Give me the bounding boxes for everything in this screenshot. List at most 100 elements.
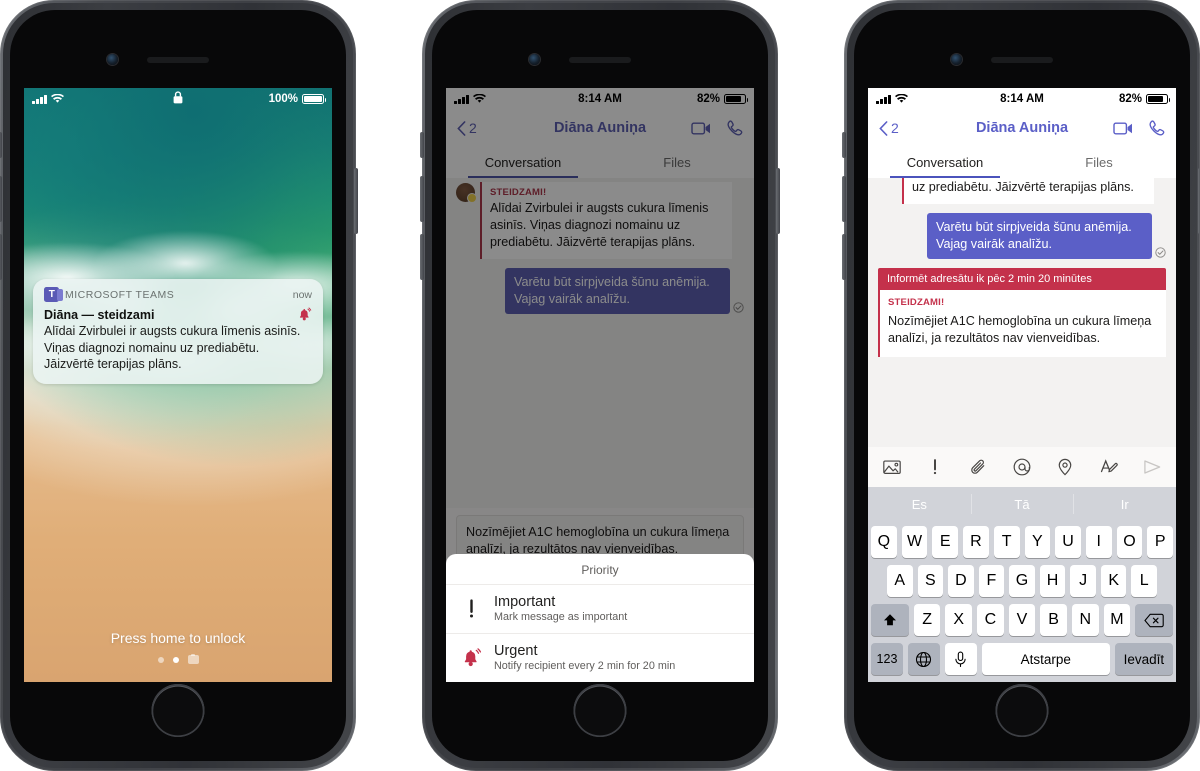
volume-down-button[interactable]: [420, 234, 424, 280]
volume-up-button[interactable]: [842, 176, 846, 222]
camera-shortcut-icon[interactable]: [187, 653, 199, 664]
key-n[interactable]: N: [1071, 604, 1099, 636]
notification-app-name: MICROSOFT TEAMS: [65, 288, 175, 301]
format-text-icon[interactable]: [1099, 457, 1119, 477]
tab-files[interactable]: Files: [600, 146, 754, 178]
keyboard-row-4: 123 Atstarpe Ievadīt: [871, 643, 1173, 675]
key-c[interactable]: C: [977, 604, 1004, 636]
volume-up-button[interactable]: [0, 176, 2, 222]
key-p[interactable]: P: [1147, 526, 1174, 558]
key-z[interactable]: Z: [913, 604, 941, 636]
key-s[interactable]: S: [917, 565, 944, 597]
key-f[interactable]: F: [978, 565, 1005, 597]
power-button[interactable]: [776, 168, 780, 234]
priority-option-important[interactable]: Important Mark message as important: [446, 584, 754, 633]
numbers-key[interactable]: 123: [871, 643, 903, 675]
key-m[interactable]: M: [1103, 604, 1131, 636]
key-o[interactable]: O: [1116, 526, 1143, 558]
navigation-bar: 2 Diāna Auniņa: [868, 110, 1176, 146]
mention-at-icon[interactable]: [1012, 457, 1032, 477]
priority-exclamation-icon[interactable]: [925, 457, 945, 477]
key-e[interactable]: E: [932, 526, 959, 558]
silent-switch[interactable]: [420, 132, 424, 158]
volume-up-button[interactable]: [420, 176, 424, 222]
back-button[interactable]: 2: [457, 120, 477, 136]
key-g[interactable]: G: [1009, 565, 1035, 597]
message-incoming: STEIDZAMI! Alīdai Zvirbulei ir augsts cu…: [456, 178, 744, 259]
back-count: 2: [469, 120, 477, 136]
avatar[interactable]: [456, 183, 477, 203]
location-pin-icon[interactable]: [1055, 457, 1075, 477]
home-button[interactable]: [573, 684, 627, 737]
key-h[interactable]: H: [1039, 565, 1066, 597]
send-icon[interactable]: [1142, 457, 1162, 477]
key-d[interactable]: D: [948, 565, 974, 597]
tab-files[interactable]: Files: [1022, 146, 1176, 178]
phone-lock-screen: 100% 8:14 Thursday, February 7 T MICROSO…: [0, 0, 358, 771]
key-v[interactable]: V: [1008, 604, 1036, 636]
enter-key[interactable]: Ievadīt: [1114, 643, 1173, 675]
video-call-icon[interactable]: [691, 121, 712, 136]
tab-conversation[interactable]: Conversation: [868, 146, 1022, 178]
key-u[interactable]: U: [1055, 526, 1081, 558]
priority-option-urgent[interactable]: Urgent Notify recipient every 2 min for …: [446, 633, 754, 682]
wifi-icon: [894, 94, 908, 103]
urgent-message-body: STEIDZAMI! Nozīmējiet A1C hemoglobīna un…: [878, 290, 1166, 357]
globe-icon[interactable]: [907, 643, 940, 675]
key-y[interactable]: Y: [1024, 526, 1051, 558]
suggestion-0[interactable]: Es: [868, 487, 971, 521]
message-text: Nozīmējiet A1C hemoglobīna un cukura līm…: [888, 314, 1152, 345]
volume-down-button[interactable]: [0, 234, 2, 280]
shift-icon[interactable]: [871, 604, 909, 636]
home-button[interactable]: [995, 684, 1049, 737]
key-x[interactable]: X: [945, 604, 973, 636]
option-name: Urgent: [494, 643, 538, 659]
screen-lock: 100% 8:14 Thursday, February 7 T MICROSO…: [24, 88, 332, 682]
attach-paperclip-icon[interactable]: [969, 457, 989, 477]
tab-conversation[interactable]: Conversation: [446, 146, 600, 178]
power-button[interactable]: [354, 168, 358, 234]
suggestion-2[interactable]: Ir: [1073, 487, 1176, 521]
priority-action-sheet: Priority Important Mark message as impor…: [446, 554, 754, 682]
volume-down-button[interactable]: [842, 234, 846, 280]
keyboard-row-1: Q W E R T Y U I O P: [870, 526, 1174, 558]
key-k[interactable]: K: [1100, 565, 1127, 597]
page-dot-active[interactable]: [172, 656, 179, 663]
silent-switch[interactable]: [842, 132, 846, 158]
notification-header: T MICROSOFT TEAMS now: [44, 287, 312, 302]
cellular-signal-icon: [32, 94, 47, 104]
key-a[interactable]: A: [886, 565, 913, 597]
key-r[interactable]: R: [963, 526, 989, 558]
compose-area: [868, 447, 1176, 487]
audio-call-icon[interactable]: [1148, 119, 1165, 137]
key-l[interactable]: L: [1131, 565, 1158, 597]
key-i[interactable]: I: [1085, 526, 1112, 558]
keyboard: Es Tā Ir Q W E R T Y U I: [868, 487, 1176, 682]
audio-call-icon[interactable]: [726, 119, 743, 137]
home-button[interactable]: [151, 684, 205, 737]
space-key[interactable]: Atstarpe: [981, 643, 1110, 675]
key-j[interactable]: J: [1070, 565, 1096, 597]
message-thread[interactable]: līmenis asinīs. Viņas diagnozi nomainu u…: [868, 178, 1176, 447]
image-icon[interactable]: [882, 457, 902, 477]
key-t[interactable]: T: [993, 526, 1020, 558]
key-w[interactable]: W: [901, 526, 928, 558]
option-desc: Notify recipient every 2 min for 20 min: [494, 660, 676, 672]
key-b[interactable]: B: [1040, 604, 1067, 636]
back-button[interactable]: 2: [879, 120, 899, 136]
nav-actions: [691, 119, 743, 137]
page-dot[interactable]: [157, 656, 164, 663]
teams-notification-banner[interactable]: T MICROSOFT TEAMS now Diāna — steidzami …: [33, 279, 323, 384]
front-camera: [951, 54, 962, 65]
video-call-icon[interactable]: [1113, 121, 1134, 136]
microsoft-teams-icon: T: [44, 287, 63, 302]
microphone-icon[interactable]: [944, 643, 977, 675]
urgent-label: STEIDZAMI!: [888, 297, 945, 308]
key-q[interactable]: Q: [870, 526, 897, 558]
message-thread[interactable]: STEIDZAMI! Alīdai Zvirbulei ir augsts cu…: [446, 178, 754, 508]
suggestion-1[interactable]: Tā: [970, 487, 1074, 521]
message-sent-icon: [733, 302, 744, 313]
backspace-icon[interactable]: [1135, 604, 1173, 636]
tab-bar: Conversation Files: [446, 146, 754, 178]
silent-switch[interactable]: [0, 132, 2, 158]
